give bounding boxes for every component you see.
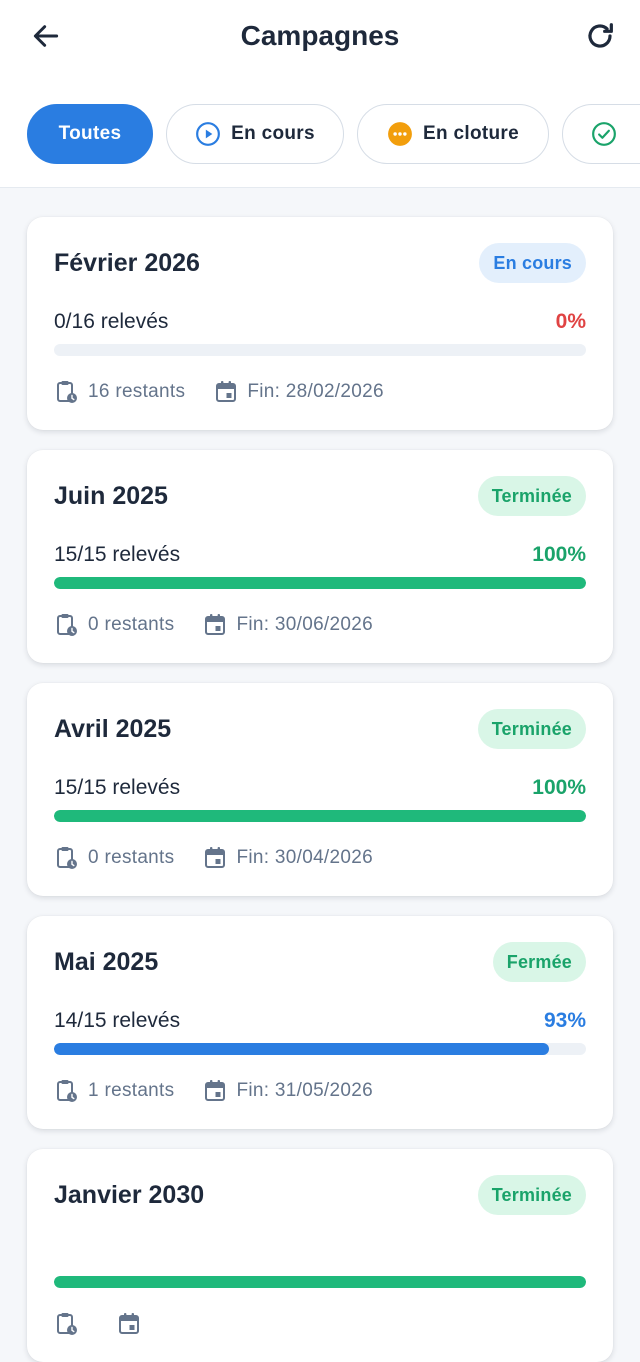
remaining-count: 16 restants (88, 381, 186, 402)
filter-chips: Toutes En cours En cloture (0, 104, 640, 166)
progress-percent: 100% (532, 776, 586, 799)
clipboard-clock-icon (54, 1311, 80, 1337)
filter-chip-toutes[interactable]: Toutes (27, 104, 153, 164)
campaign-card[interactable]: Février 2026 En cours 0/16 relevés 0% 16 res… (27, 217, 613, 430)
end-date: Fin: 31/05/2026 (236, 1080, 373, 1101)
progress-bar-fill (54, 577, 586, 589)
status-badge: Terminée (477, 1175, 586, 1215)
remaining-count: 1 restants (88, 1080, 175, 1101)
campaign-card[interactable]: Avril 2025 Terminée 15/15 relevés 100% 0 res… (27, 683, 613, 896)
filter-chip-en-cloture[interactable]: En cloture (357, 104, 549, 164)
progress-bar-fill (54, 1043, 549, 1055)
filter-chip-label: En cours (231, 123, 315, 144)
check-circle-icon (591, 121, 617, 147)
campaign-meta: 16 restants Fin: 28/02/2026 (54, 377, 384, 407)
progress-bar (54, 1043, 586, 1055)
app-bar: Campagnes Toutes En cours En cloture (0, 0, 640, 188)
play-circle-icon (195, 121, 221, 147)
readings-count: 15/15 relevés (54, 776, 181, 799)
clipboard-clock-icon (54, 1078, 80, 1104)
progress-percent: 100% (532, 543, 586, 566)
campaign-meta: 0 restants Fin: 30/04/2026 (54, 843, 373, 873)
campaign-title: Avril 2025 (54, 715, 172, 743)
progress-bar (54, 577, 586, 589)
refresh-icon (588, 23, 613, 48)
filter-chip-terminee[interactable] (562, 104, 640, 164)
progress-bar-fill (54, 1276, 586, 1288)
end-date: Fin: 28/02/2026 (247, 381, 384, 402)
campaign-title: Janvier 2030 (54, 1181, 205, 1209)
status-badge: Fermée (492, 942, 586, 982)
refresh-button[interactable] (578, 14, 622, 58)
readings-count: 0/16 relevés (54, 310, 169, 333)
calendar-icon (202, 612, 228, 638)
progress-bar (54, 1276, 586, 1288)
campaign-title: Mai 2025 (54, 948, 159, 976)
campaign-title: Juin 2025 (54, 482, 168, 510)
more-circle-icon (387, 121, 413, 147)
clipboard-clock-icon (54, 612, 80, 638)
campaign-meta: 0 restants Fin: 30/06/2026 (54, 610, 373, 640)
campaign-title: Février 2026 (54, 249, 200, 277)
campaign-card[interactable]: Juin 2025 Terminée 15/15 relevés 100% 0 rest… (27, 450, 613, 663)
end-date: Fin: 30/06/2026 (236, 614, 373, 635)
progress-bar-fill (54, 810, 586, 822)
campaign-meta: 1 restants Fin: 31/05/2026 (54, 1076, 373, 1106)
calendar-icon (213, 379, 239, 405)
campaign-card[interactable]: Mai 2025 Fermée 14/15 relevés 93% 1 restants… (27, 916, 613, 1129)
clipboard-clock-icon (54, 845, 80, 871)
progress-bar (54, 810, 586, 822)
page-title: Campagnes (240, 20, 400, 51)
readings-count: 14/15 relevés (54, 1009, 181, 1032)
readings-count: 15/15 relevés (54, 543, 181, 566)
campaign-meta (54, 1309, 150, 1339)
status-badge: Terminée (477, 709, 586, 749)
remaining-count: 0 restants (88, 614, 175, 635)
calendar-icon (202, 845, 228, 871)
progress-percent: 0% (555, 310, 586, 333)
filter-chip-en-cours[interactable]: En cours (166, 104, 344, 164)
filter-chip-label: En cloture (423, 123, 519, 144)
campaign-card[interactable]: Janvier 2030 Terminée (27, 1149, 613, 1362)
end-date: Fin: 30/04/2026 (236, 847, 373, 868)
clipboard-clock-icon (54, 379, 80, 405)
progress-percent: 93% (543, 1009, 586, 1032)
status-badge: Terminée (477, 476, 586, 516)
calendar-icon (116, 1311, 142, 1337)
filter-chip-label: Toutes (58, 123, 122, 144)
status-badge: En cours (479, 243, 586, 283)
calendar-icon (202, 1078, 228, 1104)
progress-bar (54, 344, 586, 356)
remaining-count: 0 restants (88, 847, 175, 868)
